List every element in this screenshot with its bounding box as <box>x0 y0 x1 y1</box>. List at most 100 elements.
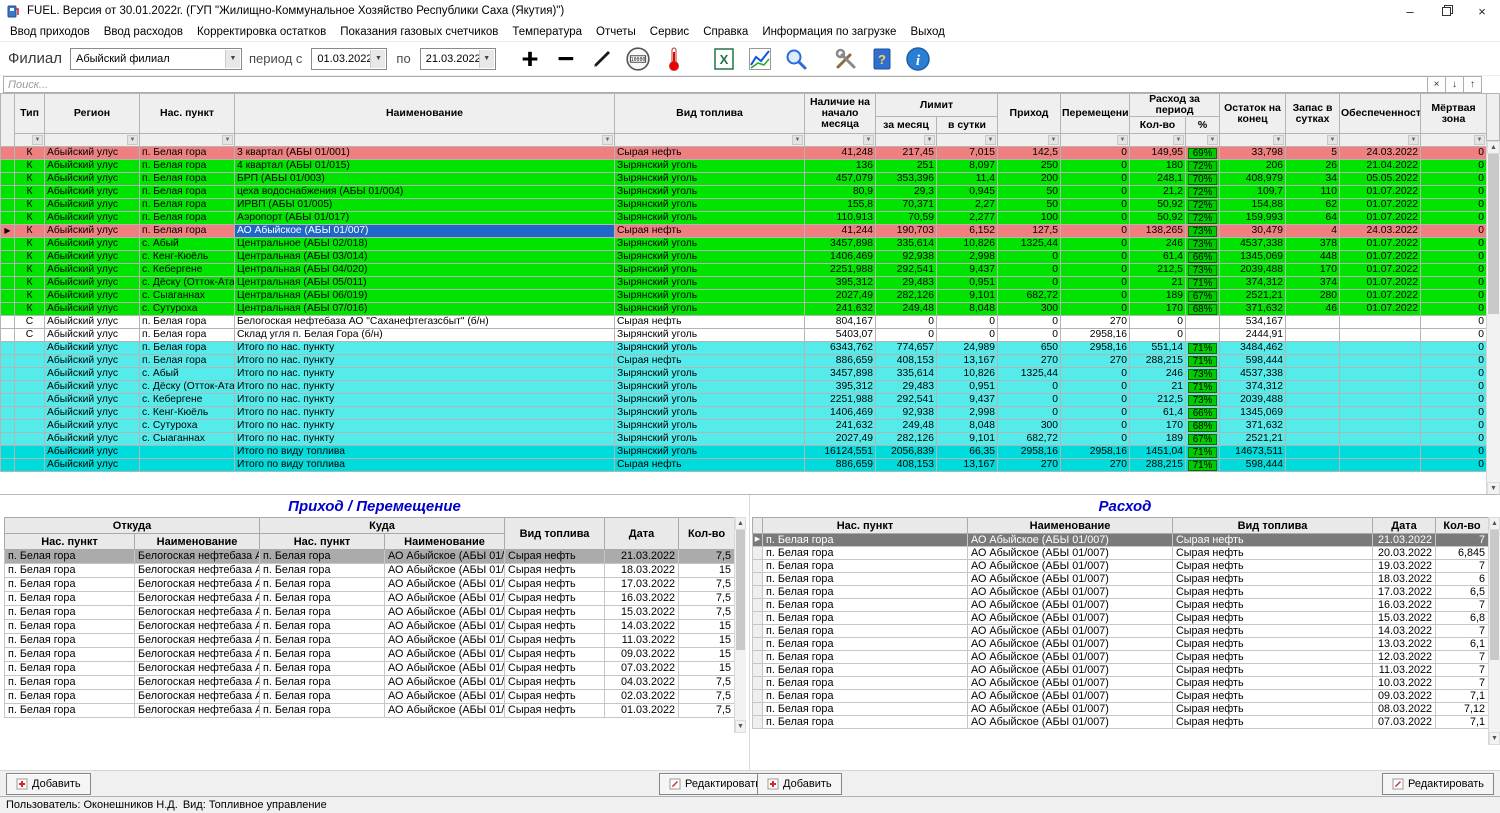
thermometer-button[interactable] <box>658 44 690 74</box>
menu-item-1[interactable]: Ввод расходов <box>97 24 190 40</box>
income-row[interactable]: п. Белая гораБелогоская нефтебаза АО "Са… <box>5 704 735 718</box>
fuel-table-row[interactable]: Абыйский улусс. АбыйИтого по нас. пункту… <box>1 368 1487 381</box>
col-header-settlement[interactable]: Нас. пункт <box>140 94 235 134</box>
income-row[interactable]: п. Белая гораБелогоская нефтебаза АО "Са… <box>5 648 735 662</box>
expense-row[interactable]: п. Белая гораАО Абыйское (АБЫ 01/007)Сыр… <box>753 677 1489 690</box>
menu-item-6[interactable]: Сервис <box>643 24 696 40</box>
col-header-limit-group[interactable]: Лимит <box>876 94 998 117</box>
scroll-down-icon[interactable]: ▼ <box>1487 482 1500 495</box>
fuel-table-row[interactable]: Абыйский улусс. Кенг-КюёльИтого по нас. … <box>1 407 1487 420</box>
expense-edit-button[interactable]: Редактировать <box>1382 773 1494 795</box>
clear-search-button[interactable]: × <box>1428 76 1446 93</box>
fuel-table-row[interactable]: Абыйский улусп. Белая гораИтого по нас. … <box>1 342 1487 355</box>
income-row[interactable]: п. Белая гораБелогоская нефтебаза АО "Са… <box>5 634 735 648</box>
filter-region[interactable]: ▼ <box>45 134 140 147</box>
expense-row[interactable]: п. Белая гораАО Абыйское (АБЫ 01/007)Сыр… <box>753 560 1489 573</box>
expense-col-date[interactable]: Дата <box>1373 518 1436 534</box>
fuel-table-row[interactable]: КАбыйский улусп. Белая гораБРП (АБЫ 01/0… <box>1 173 1487 186</box>
filter-start[interactable]: ▼ <box>805 134 876 147</box>
find-previous-button[interactable]: ↑ <box>1464 76 1482 93</box>
scrollbar-thumb[interactable] <box>1488 154 1499 314</box>
period-to-select[interactable]: 21.03.2022 ▼ <box>420 48 496 70</box>
income-scrollbar[interactable]: ▲ ▼ <box>734 517 746 733</box>
col-header-provision[interactable]: Обеспеченность <box>1340 94 1421 134</box>
income-col-from[interactable]: Откуда <box>5 518 260 534</box>
income-col-from-name[interactable]: Наименование <box>135 534 260 550</box>
income-col-fuel[interactable]: Вид топлива <box>505 518 605 550</box>
col-header-stock-days[interactable]: Запас в сутках <box>1286 94 1340 134</box>
income-col-qty[interactable]: Кол-во <box>679 518 735 550</box>
income-add-button[interactable]: Добавить <box>6 773 91 795</box>
fuel-table-row[interactable]: КАбыйский улусс. СутурохаЦентральная (АБ… <box>1 303 1487 316</box>
fuel-table-row[interactable]: Абыйский улусп. Белая гораИтого по нас. … <box>1 355 1487 368</box>
filter-end[interactable]: ▼ <box>1220 134 1286 147</box>
scroll-up-icon[interactable]: ▲ <box>1489 517 1500 530</box>
fuel-table-row[interactable]: Абыйский улусИтого по виду топливаСырая … <box>1 459 1487 472</box>
search-tool-button[interactable] <box>780 44 812 74</box>
income-row[interactable]: п. Белая гораБелогоская нефтебаза АО "Са… <box>5 662 735 676</box>
fuel-table-row[interactable]: САбыйский улусп. Белая гораБелогоская не… <box>1 316 1487 329</box>
fuel-table-row[interactable]: КАбыйский улусс. Кенг-КюёльЦентральная (… <box>1 251 1487 264</box>
filter-transfer[interactable]: ▼ <box>1061 134 1130 147</box>
income-col-from-settlement[interactable]: Нас. пункт <box>5 534 135 550</box>
menu-item-4[interactable]: Температура <box>505 24 589 40</box>
close-button[interactable]: × <box>1464 0 1500 22</box>
expense-row[interactable]: п. Белая гораАО Абыйское (АБЫ 01/007)Сыр… <box>753 599 1489 612</box>
main-grid-scrollbar[interactable]: ▲ ▼ <box>1486 141 1500 495</box>
menu-item-7[interactable]: Справка <box>696 24 755 40</box>
expense-row[interactable]: ▶п. Белая гораАО Абыйское (АБЫ 01/007)Сы… <box>753 534 1489 547</box>
expense-row[interactable]: п. Белая гораАО Абыйское (АБЫ 01/007)Сыр… <box>753 716 1489 729</box>
filter-limit-day[interactable]: ▼ <box>937 134 998 147</box>
fuel-table-row[interactable]: КАбыйский улусп. Белая гораИРВП (АБЫ 01/… <box>1 199 1487 212</box>
tools-button[interactable] <box>830 44 862 74</box>
income-row[interactable]: п. Белая гораБелогоская нефтебаза АО "Са… <box>5 620 735 634</box>
fuel-table-row[interactable]: КАбыйский улусс. СыаганнахЦентральная (А… <box>1 290 1487 303</box>
income-edit-button[interactable]: Редактировать <box>659 773 771 795</box>
expense-row[interactable]: п. Белая гораАО Абыйское (АБЫ 01/007)Сыр… <box>753 664 1489 677</box>
expense-scrollbar[interactable]: ▲ ▼ <box>1488 517 1500 745</box>
expense-col-qty[interactable]: Кол-во <box>1436 518 1489 534</box>
expense-row[interactable]: п. Белая гораАО Абыйское (АБЫ 01/007)Сыр… <box>753 612 1489 625</box>
col-header-dead-zone[interactable]: Мёртвая зона <box>1421 94 1487 134</box>
filter-expense-qty[interactable]: ▼ <box>1130 134 1186 147</box>
expense-row[interactable]: п. Белая гораАО Абыйское (АБЫ 01/007)Сыр… <box>753 625 1489 638</box>
income-col-date[interactable]: Дата <box>605 518 679 550</box>
income-row[interactable]: п. Белая гораБелогоская нефтебаза АО "Са… <box>5 606 735 620</box>
col-header-income[interactable]: Приход <box>998 94 1061 134</box>
col-header-tip[interactable]: Тип <box>15 94 45 134</box>
col-header-expense-pct[interactable]: % <box>1186 117 1220 134</box>
delete-record-button[interactable]: − <box>550 44 582 74</box>
income-col-to-settlement[interactable]: Нас. пункт <box>260 534 385 550</box>
income-row[interactable]: п. Белая гораБелогоская нефтебаза АО "Са… <box>5 592 735 606</box>
maximize-button[interactable] <box>1428 0 1464 22</box>
expense-col-settlement[interactable]: Нас. пункт <box>763 518 968 534</box>
fuel-table-row[interactable]: Абыйский улусИтого по виду топливаЗырянс… <box>1 446 1487 459</box>
scroll-up-icon[interactable]: ▲ <box>1487 141 1500 154</box>
excel-export-button[interactable]: X <box>708 44 740 74</box>
fuel-table-row[interactable]: Абыйский улусс. КебергенеИтого по нас. п… <box>1 394 1487 407</box>
scrollbar-thumb[interactable] <box>736 530 745 650</box>
expense-row[interactable]: п. Белая гораАО Абыйское (АБЫ 01/007)Сыр… <box>753 638 1489 651</box>
col-header-region[interactable]: Регион <box>45 94 140 134</box>
filter-settlement[interactable]: ▼ <box>140 134 235 147</box>
income-row[interactable]: п. Белая гораБелогоская нефтебаза АО "Са… <box>5 564 735 578</box>
fuel-table-row[interactable]: Абыйский улусс. СыаганнахИтого по нас. п… <box>1 433 1487 446</box>
menu-item-9[interactable]: Выход <box>903 24 951 40</box>
filter-dead-zone[interactable]: ▼ <box>1421 134 1487 147</box>
expense-add-button[interactable]: Добавить <box>757 773 842 795</box>
edit-record-button[interactable] <box>586 44 618 74</box>
menu-item-3[interactable]: Показания газовых счетчиков <box>333 24 505 40</box>
info-button[interactable]: i <box>902 44 934 74</box>
income-row[interactable]: п. Белая гораБелогоская нефтебаза АО "Са… <box>5 578 735 592</box>
expense-row[interactable]: п. Белая гораАО Абыйское (АБЫ 01/007)Сыр… <box>753 573 1489 586</box>
income-col-to-name[interactable]: Наименование <box>385 534 505 550</box>
col-header-transfer[interactable]: Перемещение <box>1061 94 1130 134</box>
filter-provision[interactable]: ▼ <box>1340 134 1421 147</box>
expense-col-name[interactable]: Наименование <box>968 518 1173 534</box>
fuel-table-row[interactable]: КАбыйский улусп. Белая горацеха водоснаб… <box>1 186 1487 199</box>
expense-row[interactable]: п. Белая гораАО Абыйское (АБЫ 01/007)Сыр… <box>753 586 1489 599</box>
menu-item-8[interactable]: Информация по загрузке <box>755 24 903 40</box>
fuel-table-row[interactable]: КАбыйский улусп. Белая гораАэропорт (АБЫ… <box>1 212 1487 225</box>
add-record-button[interactable]: + <box>514 44 546 74</box>
filter-fuel[interactable]: ▼ <box>615 134 805 147</box>
